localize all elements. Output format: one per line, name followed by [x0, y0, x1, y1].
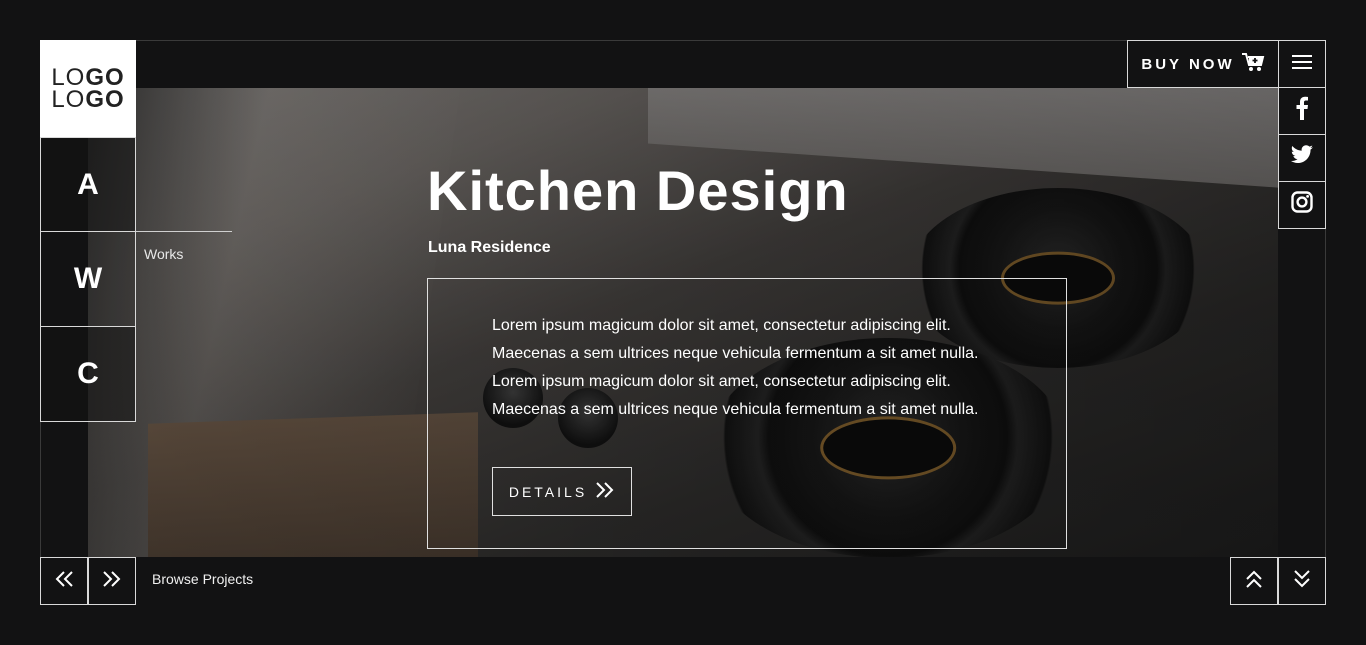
hamburger-icon	[1292, 54, 1312, 75]
twitter-icon	[1290, 144, 1314, 172]
logo[interactable]: LOGO LOGO	[40, 40, 136, 137]
double-chevron-right-icon	[102, 570, 122, 593]
double-chevron-down-icon	[1293, 569, 1311, 594]
details-label: DETAILS	[508, 483, 588, 500]
menu-button[interactable]	[1278, 40, 1326, 88]
buy-now-label: BUY NOW	[1141, 55, 1235, 73]
description-text: Lorem ipsum magicum dolor sit amet, cons…	[492, 317, 979, 418]
scroll-up-button[interactable]	[1230, 557, 1278, 605]
social-links	[1278, 88, 1326, 229]
next-project-button[interactable]	[88, 557, 136, 605]
facebook-icon	[1295, 96, 1309, 127]
prev-project-button[interactable]	[40, 557, 88, 605]
logo-line-2: LOGO	[51, 85, 125, 113]
bottom-bar: Browse Projects	[40, 557, 1326, 605]
cart-icon	[1241, 52, 1265, 76]
works-hover-label: Works	[144, 246, 184, 262]
instagram-icon	[1291, 190, 1313, 220]
nav-item-a[interactable]: A	[40, 137, 136, 232]
double-chevron-right-icon	[595, 481, 615, 502]
facebook-link[interactable]	[1278, 88, 1326, 135]
page-title: Kitchen Design	[427, 159, 849, 222]
nav-item-c[interactable]: C	[40, 327, 136, 422]
left-nav: A W C	[40, 137, 136, 422]
works-hover-line	[136, 231, 232, 232]
scroll-down-button[interactable]	[1278, 557, 1326, 605]
twitter-link[interactable]	[1278, 135, 1326, 182]
browse-projects-label: Browse Projects	[152, 571, 254, 587]
project-subtitle: Luna Residence	[428, 239, 551, 256]
nav-item-w[interactable]: W	[40, 232, 136, 327]
description-box: Lorem ipsum magicum dolor sit amet, cons…	[427, 278, 1067, 549]
buy-now-button[interactable]: BUY NOW	[1127, 40, 1279, 88]
instagram-link[interactable]	[1278, 182, 1326, 229]
double-chevron-left-icon	[54, 570, 74, 593]
double-chevron-up-icon	[1245, 569, 1263, 594]
details-button[interactable]: DETAILS	[492, 467, 632, 516]
